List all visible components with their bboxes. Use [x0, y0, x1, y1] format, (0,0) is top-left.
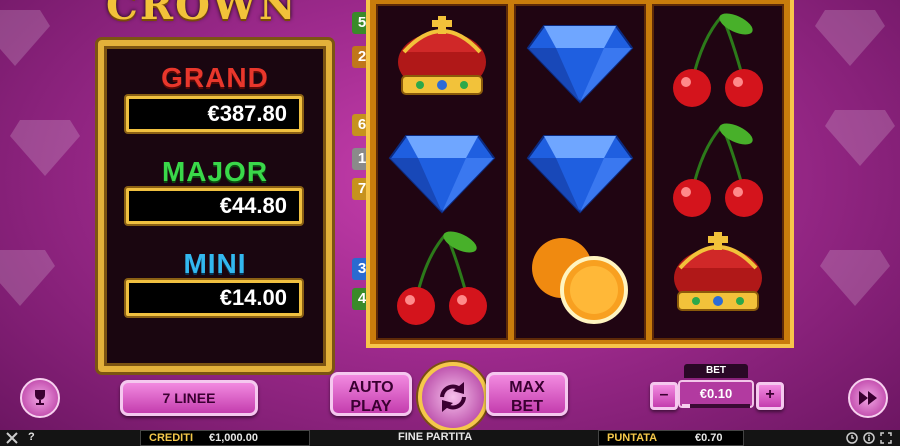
jackpot-mini-value: €14.00	[126, 280, 302, 316]
jackpot-panel: GRAND €387.80 MAJOR €44.80 MINI €14.00	[98, 40, 332, 372]
diamond-icon	[526, 135, 634, 214]
cherries-icon	[397, 231, 487, 325]
crown-icon	[398, 16, 486, 95]
spin-arrows-icon	[440, 382, 466, 412]
fast-forward-icon[interactable]	[848, 378, 888, 418]
max-bet-button[interactable]: MAX BET	[486, 372, 568, 416]
jackpot-mini-label: MINI	[183, 248, 247, 279]
bet-selector: BET – €0.10 +	[650, 364, 784, 416]
jackpot-grand-label: GRAND	[161, 62, 269, 93]
autoplay-label-line2: PLAY	[350, 398, 392, 415]
credits-label: CREDITI	[149, 432, 193, 444]
cherries-icon	[673, 123, 763, 217]
bet-total-value: €0.70	[695, 432, 723, 444]
status-bar: ? CREDITI €1,000.00 FINE PARTITA PUNTATA…	[0, 430, 900, 446]
bet-total-label: PUNTATA	[607, 432, 658, 444]
max-bet-label-line1: MAX	[509, 379, 545, 396]
reel-frame	[366, 0, 794, 348]
credits-value: €1,000.00	[209, 432, 258, 444]
cherries-icon	[673, 13, 763, 107]
bet-level-bar	[682, 404, 750, 408]
bet-label: BET	[684, 364, 748, 378]
spin-button[interactable]	[418, 362, 488, 432]
clock-icon[interactable]	[846, 432, 858, 444]
jackpot-grand-value: €387.80	[126, 96, 302, 132]
autoplay-button[interactable]: AUTO PLAY	[330, 372, 412, 416]
tools-icon[interactable]	[6, 432, 20, 444]
bet-minus-button[interactable]: –	[650, 382, 678, 410]
bet-plus-button[interactable]: +	[756, 382, 784, 410]
jackpot-major-value: €44.80	[126, 188, 302, 224]
trophy-icon[interactable]	[20, 378, 60, 418]
max-bet-label-line2: BET	[511, 398, 543, 415]
background-diamond-icon	[825, 110, 895, 166]
fullscreen-icon[interactable]	[880, 432, 892, 444]
bet-total-panel: PUNTATA €0.70	[598, 430, 744, 446]
background-diamond-icon	[820, 250, 890, 306]
status-message: FINE PARTITA	[398, 431, 473, 443]
reel-1	[376, 4, 508, 340]
diamond-icon	[388, 135, 496, 214]
game-logo: CROWN	[106, 0, 298, 29]
reel-2	[514, 4, 646, 340]
info-icon[interactable]	[863, 432, 875, 444]
reel-3	[652, 4, 784, 340]
background-diamond-icon	[0, 10, 50, 66]
crown-icon	[674, 232, 762, 311]
orange-icon	[532, 238, 628, 324]
lines-button[interactable]: 7 LINEE	[120, 380, 258, 416]
credits-panel: CREDITI €1,000.00	[140, 430, 310, 446]
diamond-icon	[526, 25, 634, 104]
autoplay-label-line1: AUTO	[348, 379, 394, 396]
jackpot-major-label: MAJOR	[161, 156, 269, 187]
background-diamond-icon	[10, 120, 80, 176]
background-diamond-icon	[0, 250, 55, 306]
help-icon[interactable]: ?	[28, 431, 35, 443]
background-diamond-icon	[815, 10, 885, 66]
